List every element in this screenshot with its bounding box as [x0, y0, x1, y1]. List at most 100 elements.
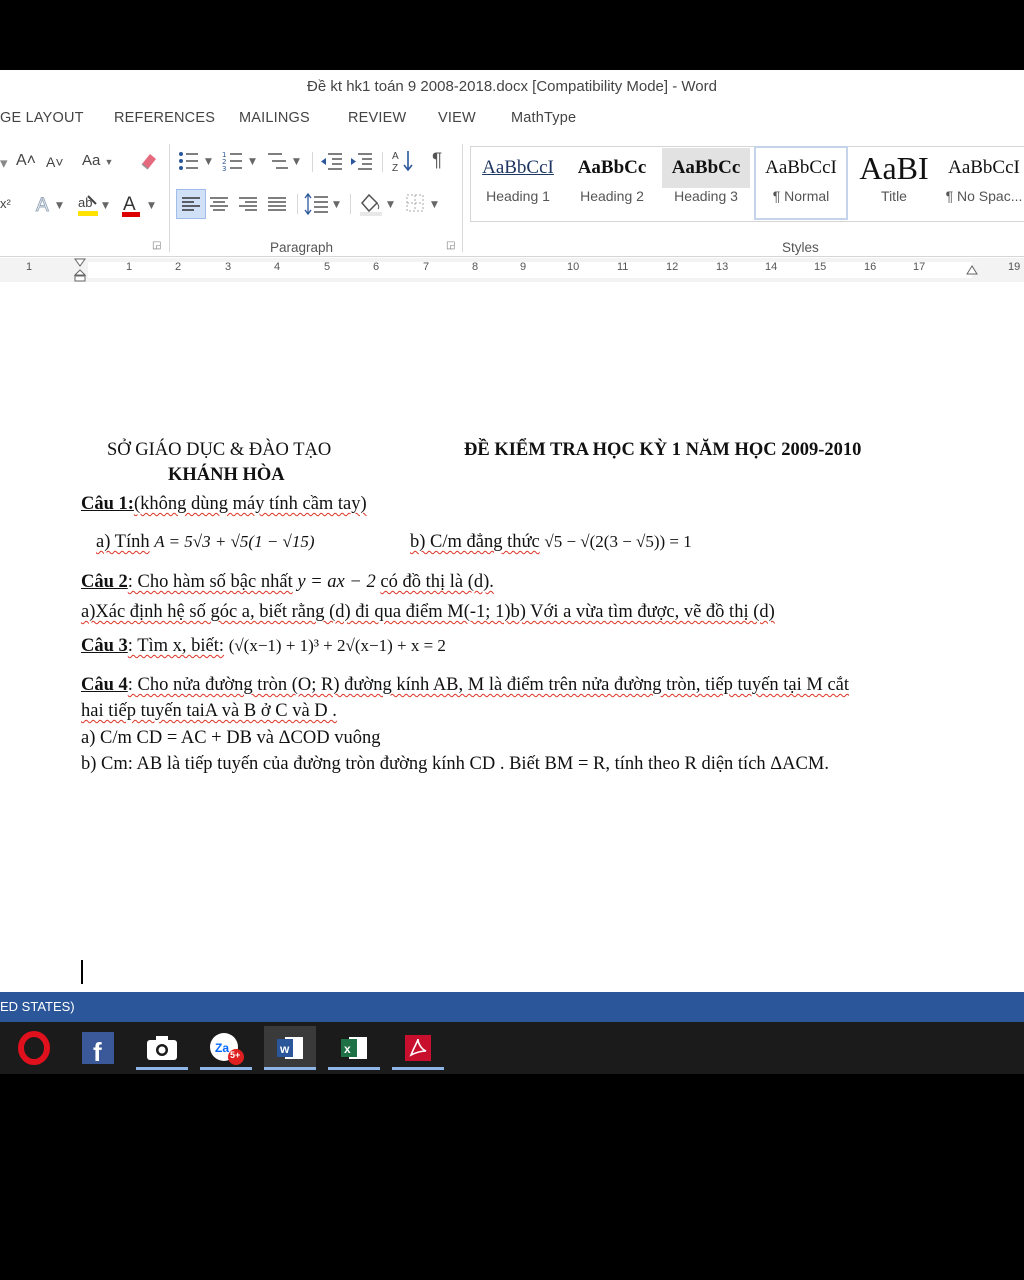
question-text: a) Tính [96, 532, 150, 552]
acrobat-icon[interactable] [392, 1026, 444, 1070]
ruler-number: 6 [373, 261, 380, 273]
tab-mailings[interactable]: MAILINGS [239, 110, 310, 126]
font-size-dropdown-edge[interactable]: ▾ [0, 154, 8, 172]
align-right-button[interactable] [234, 190, 262, 222]
status-bar: ED STATES) [0, 992, 1024, 1022]
style-sample: AaBbCcI [482, 157, 554, 178]
numbering-button[interactable]: 1 2 3 ▼ [222, 150, 262, 176]
ruler-number: 9 [520, 261, 527, 273]
bullets-button[interactable]: ▼ [178, 150, 218, 176]
tab-view[interactable]: VIEW [438, 110, 476, 126]
sort-button[interactable]: A Z [392, 148, 416, 178]
clear-formatting-button[interactable] [138, 150, 160, 176]
excel-icon[interactable]: x [328, 1026, 380, 1070]
ruler-number: 16 [864, 261, 877, 273]
style-sample: AaBbCc [662, 148, 750, 188]
question-text: : Cho nửa đường tròn (O; R) đường kính A… [127, 675, 850, 695]
text-effects-button[interactable]: A ▼ [34, 192, 68, 220]
style-title[interactable]: AaBI Title [850, 148, 938, 218]
ruler-number: 19 [1008, 261, 1021, 273]
multilevel-list-button[interactable]: ▼ [266, 150, 306, 176]
style-sample: AaBbCc [577, 157, 647, 178]
styles-group-label: Styles [782, 240, 819, 255]
math-expression: A = 5√3 + √5(1 − √15) [154, 532, 315, 551]
style-sample: AaBbCcI [765, 157, 837, 178]
document-page[interactable]: SỞ GIÁO DỤC & ĐÀO TẠO KHÁNH HÒA ĐỀ KIỂM … [0, 282, 1024, 990]
header-province: KHÁNH HÒA [168, 465, 285, 485]
increase-indent-button[interactable] [350, 150, 374, 176]
right-indent-marker-icon[interactable] [966, 264, 978, 283]
style-name: Title [881, 188, 907, 204]
svg-text:▼: ▼ [387, 200, 394, 210]
word-window: Đề kt hk1 toán 9 2008-2018.docx [Compati… [0, 70, 1024, 1074]
question-1-line: Câu 1:(không dùng máy tính cầm tay) [81, 494, 367, 515]
pilcrow-icon[interactable]: ¶ [432, 150, 442, 172]
svg-text:▼: ▼ [148, 201, 155, 211]
superscript-button-edge[interactable]: x² [0, 196, 11, 211]
style-normal[interactable]: AaBbCcI ¶ Normal [754, 146, 848, 220]
zalo-icon[interactable]: Za 5+ [200, 1026, 252, 1070]
ruler-number: 14 [765, 261, 778, 273]
tab-mathtype[interactable]: MathType [511, 110, 576, 126]
decrease-indent-button[interactable] [320, 150, 344, 176]
language-indicator[interactable]: ED STATES) [0, 999, 75, 1014]
style-heading-1[interactable]: AaBbCcI Heading 1 [474, 148, 562, 218]
question-1a-line: a) Tính A = 5√3 + √5(1 − √15) [96, 532, 315, 553]
align-center-button[interactable] [205, 190, 233, 222]
shading-button[interactable]: ▼ [358, 191, 398, 221]
style-name: ¶ Normal [772, 188, 830, 204]
question-3-line: Câu 3: Tìm x, biết: (√(x−1) + 1)³ + 2√(x… [81, 636, 446, 657]
math-expression: y = ax − 2 [297, 572, 376, 592]
question-text: : Tìm x, biết: [127, 636, 225, 656]
highlight-color-button[interactable]: ab ▼ [76, 192, 112, 222]
multilevel-list-icon: ▼ [268, 153, 300, 169]
active-app-indicator [328, 1067, 380, 1070]
notification-badge: 5+ [230, 1050, 241, 1060]
ruler-number: 17 [913, 261, 926, 273]
question-4b-line: b) Cm: AB là tiếp tuyến của đường tròn đ… [81, 754, 829, 774]
tab-review[interactable]: REVIEW [348, 110, 406, 126]
camera-icon[interactable] [136, 1026, 188, 1070]
paragraph-group-label: Paragraph [270, 240, 334, 255]
opera-icon[interactable] [8, 1026, 60, 1070]
svg-text:x: x [344, 1042, 351, 1056]
horizontal-ruler[interactable]: 1 1 2 3 4 5 6 7 8 9 10 11 12 13 14 15 16… [0, 258, 1024, 282]
tab-page-layout[interactable]: GE LAYOUT [0, 110, 84, 126]
tab-references[interactable]: REFERENCES [114, 110, 215, 126]
style-sample: AaBbCcI [948, 157, 1020, 178]
line-spacing-icon: ▼ [304, 192, 340, 216]
question-2-line: Câu 2: Cho hàm số bậc nhất y = ax − 2 có… [81, 572, 494, 593]
ruler-text-area [88, 262, 972, 278]
facebook-icon[interactable]: f [72, 1026, 124, 1070]
svg-text:▼: ▼ [333, 200, 340, 210]
align-right-icon [239, 197, 257, 211]
ribbon: ▾ A˄ A˅ Aa ▼ x² A ▼ ab ▼ A ▼ ▼ 1 2 3 ▼ ▼… [0, 136, 1024, 257]
paragraph-dialog-launcher[interactable]: ◲ [446, 240, 455, 251]
font-color-button[interactable]: A ▼ [120, 192, 160, 222]
active-app-indicator [136, 1067, 188, 1070]
change-case-button[interactable]: Aa ▼ [82, 152, 113, 169]
shrink-font-button[interactable]: A˅ [46, 154, 64, 170]
borders-button[interactable]: ▼ [404, 191, 444, 221]
chevron-down-icon: ▼ [104, 157, 114, 167]
svg-text:Za: Za [215, 1041, 229, 1055]
style-heading-3[interactable]: AaBbCc Heading 3 [662, 148, 750, 218]
ruler-number: 4 [274, 261, 281, 273]
window-title: Đề kt hk1 toán 9 2008-2018.docx [Compati… [307, 78, 717, 95]
ruler-number: 12 [666, 261, 679, 273]
question-text: có đồ thị là (d). [380, 572, 494, 592]
svg-text:▼: ▼ [102, 201, 109, 211]
grow-font-button[interactable]: A˄ [16, 152, 36, 170]
increase-indent-icon [351, 153, 372, 170]
ribbon-separator [382, 152, 383, 172]
justify-button[interactable] [263, 190, 291, 222]
align-left-button[interactable] [176, 189, 206, 219]
style-no-spacing[interactable]: AaBbCcI ¶ No Spac... [944, 148, 1024, 218]
word-icon[interactable]: w [264, 1026, 316, 1070]
font-dialog-launcher[interactable]: ◲ [152, 240, 161, 251]
ruler-number: 5 [324, 261, 331, 273]
line-spacing-button[interactable]: ▼ [304, 191, 344, 221]
active-app-indicator [392, 1067, 444, 1070]
style-heading-2[interactable]: AaBbCc Heading 2 [568, 148, 656, 218]
question-2a-line: a)Xác định hệ số góc a, biết rằng (d) đi… [81, 602, 775, 622]
